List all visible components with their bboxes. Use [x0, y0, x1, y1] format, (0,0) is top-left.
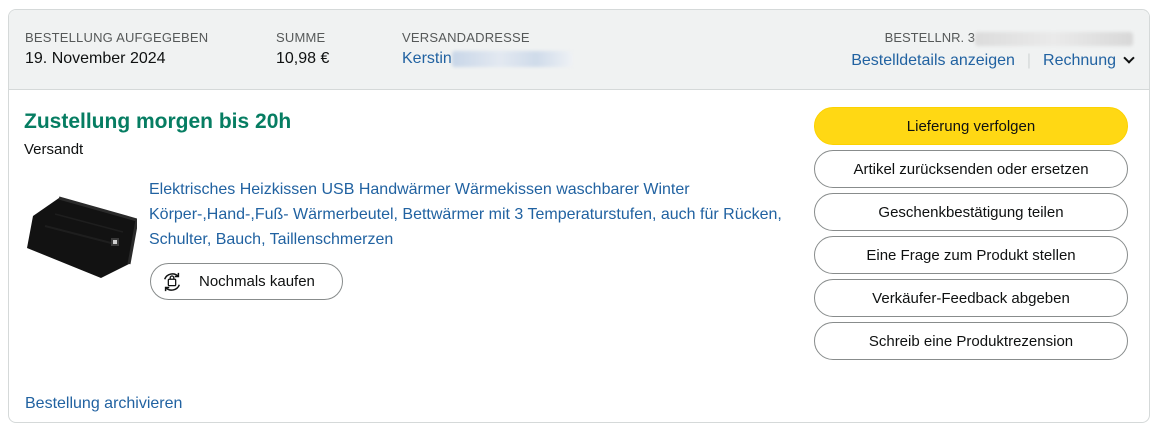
delivery-status: Versandt	[24, 141, 84, 158]
buy-again-label: Nochmals kaufen	[199, 273, 315, 290]
track-package-button[interactable]: Lieferung verfolgen	[814, 107, 1128, 145]
invoice-dropdown[interactable]: Rechnung	[1043, 52, 1135, 69]
product-image[interactable]	[25, 186, 139, 280]
share-gift-receipt-button[interactable]: Geschenkbestätigung teilen	[814, 193, 1128, 231]
product-title-link[interactable]: Elektrisches Heizkissen USB Handwärmer W…	[149, 177, 789, 252]
seller-feedback-button[interactable]: Verkäufer-Feedback abgeben	[814, 279, 1128, 317]
chevron-down-icon	[1123, 52, 1135, 64]
buy-again-button[interactable]: Nochmals kaufen	[150, 263, 343, 300]
shopping-bag-refresh-icon	[163, 272, 181, 291]
redacted-address	[451, 50, 572, 67]
invoice-label: Rechnung	[1043, 52, 1116, 69]
order-number-block: BESTELLNR. 3 Bestelldetails anzeigen | Rec…	[851, 30, 1135, 72]
order-card: BESTELLUNG AUFGEGEBEN 19. November 2024 …	[8, 9, 1150, 423]
redacted-order-number	[975, 31, 1133, 46]
order-total-value: 10,98 €	[276, 50, 330, 67]
shipping-address-block: VERSANDADRESSE Kerstin	[402, 30, 572, 70]
ask-product-question-button[interactable]: Eine Frage zum Produkt stellen	[814, 236, 1128, 274]
order-actions: Lieferung verfolgen Artikel zurücksenden…	[814, 107, 1128, 365]
link-separator: |	[1026, 52, 1032, 69]
order-number-label: BESTELLNR. 3	[884, 30, 975, 45]
write-review-button[interactable]: Schreib eine Produktrezension	[814, 322, 1128, 360]
delivery-title: Zustellung morgen bis 20h	[24, 110, 292, 133]
order-date-label: BESTELLUNG AUFGEGEBEN	[25, 30, 209, 45]
shipping-address-link[interactable]: Kerstin	[402, 50, 452, 67]
order-total-block: SUMME 10,98 €	[276, 30, 329, 70]
shipping-address-label: VERSANDADRESSE	[402, 30, 530, 45]
archive-order-link[interactable]: Bestellung archivieren	[25, 394, 182, 414]
order-details-link[interactable]: Bestelldetails anzeigen	[851, 52, 1015, 69]
order-header: BESTELLUNG AUFGEGEBEN 19. November 2024 …	[9, 10, 1149, 90]
order-date-block: BESTELLUNG AUFGEGEBEN 19. November 2024	[25, 30, 208, 70]
order-total-label: SUMME	[276, 30, 326, 45]
order-date-value: 19. November 2024	[25, 50, 166, 67]
return-or-replace-button[interactable]: Artikel zurücksenden oder ersetzen	[814, 150, 1128, 188]
